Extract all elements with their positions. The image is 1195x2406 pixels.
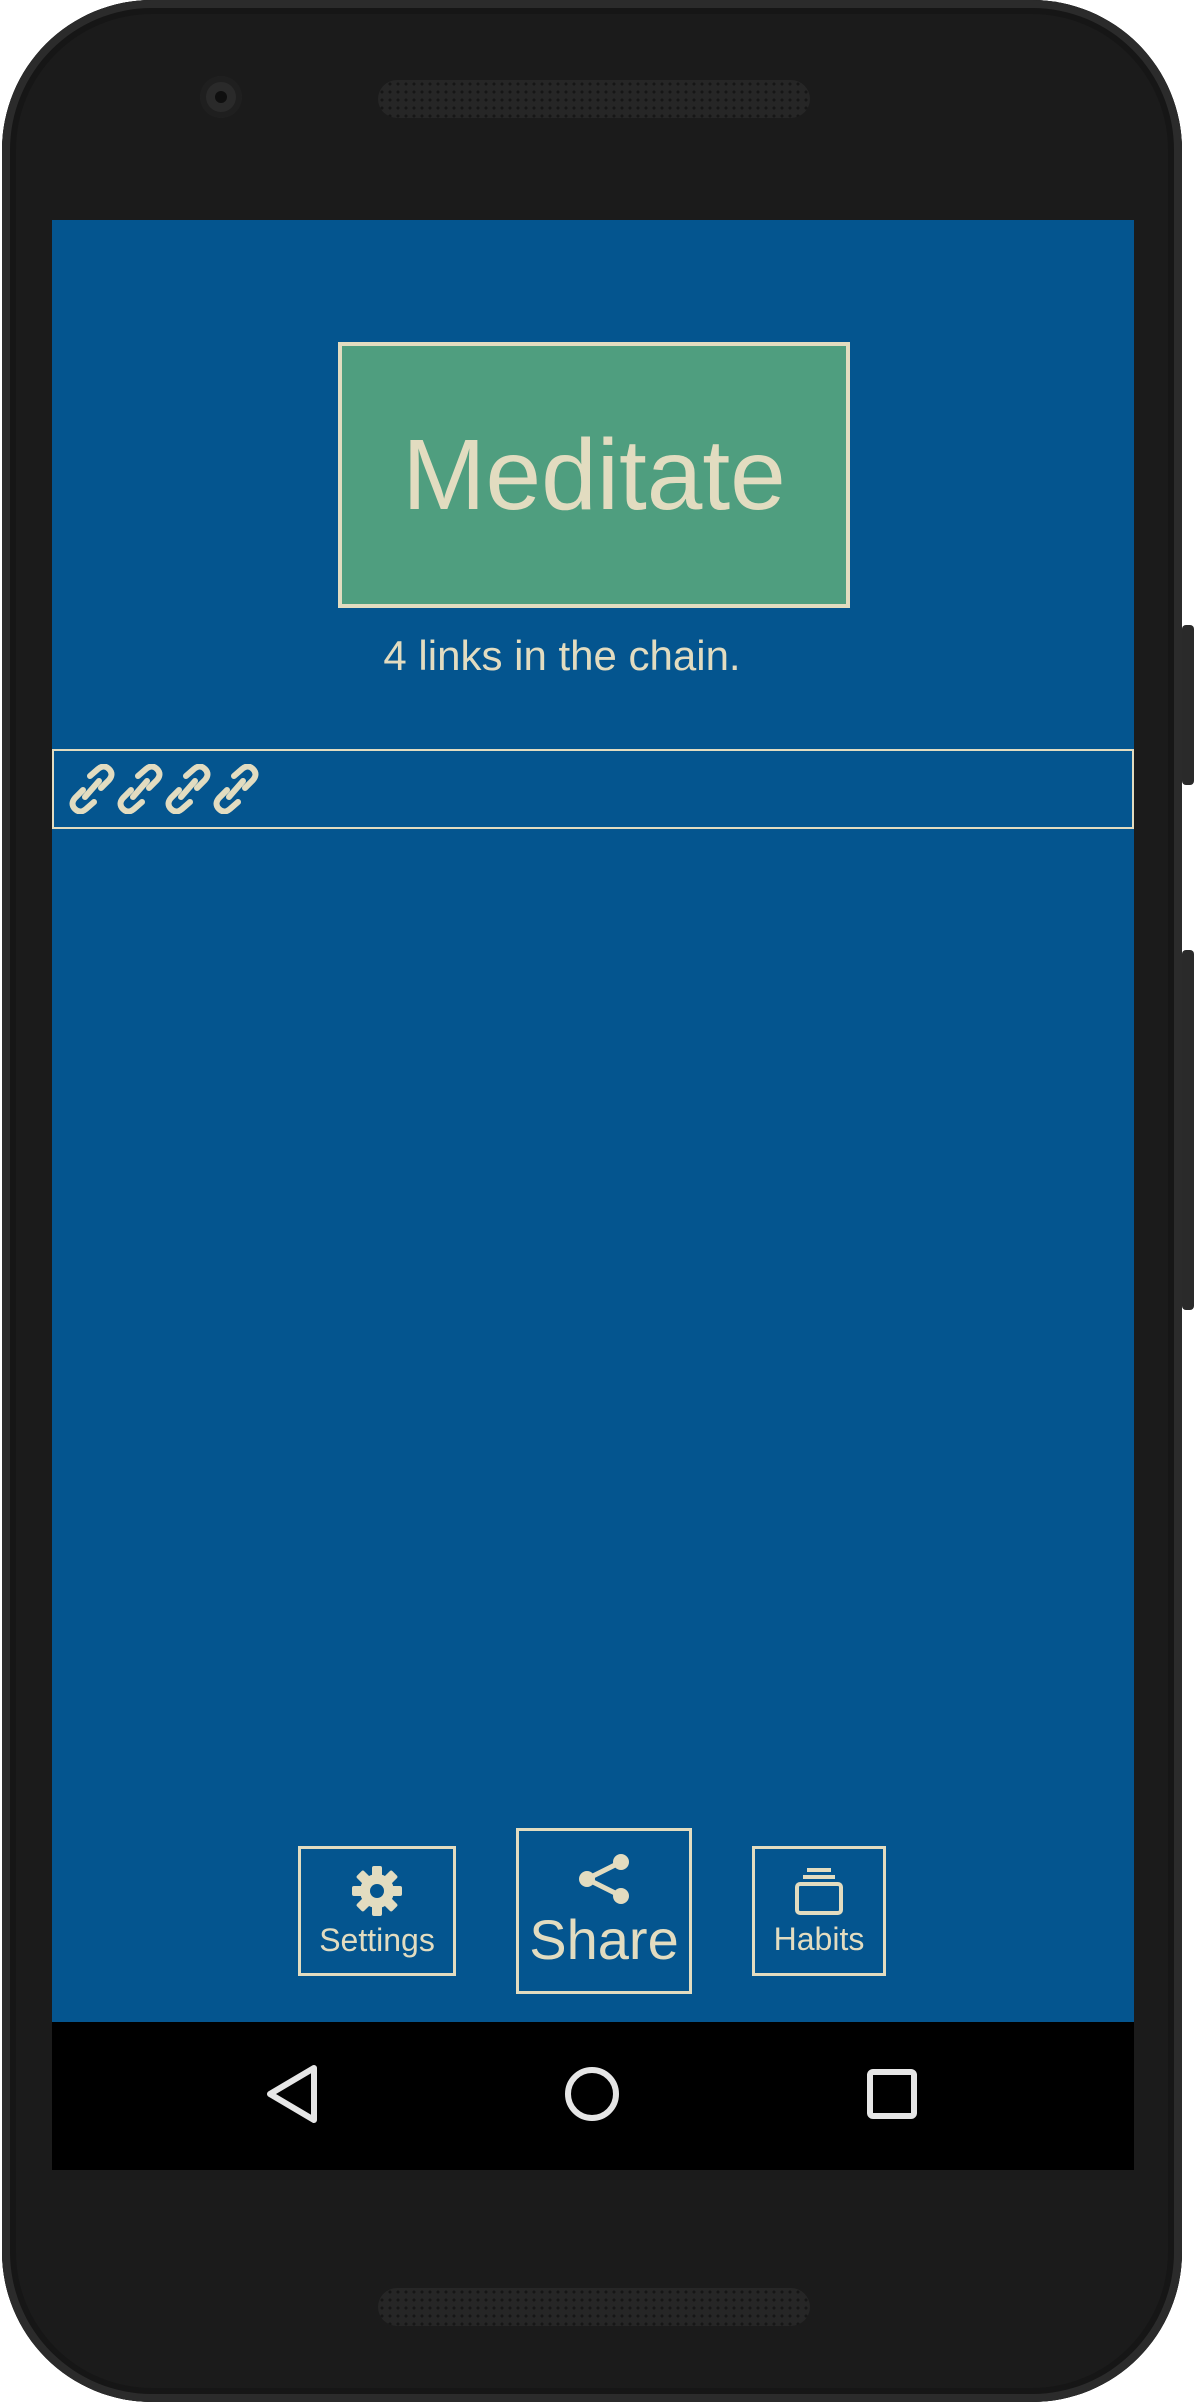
volume-button <box>1182 950 1194 1310</box>
habit-name: Meditate <box>402 418 786 531</box>
link-icon <box>212 763 260 815</box>
link-icon <box>116 763 164 815</box>
link-icon <box>164 763 212 815</box>
habits-label: Habits <box>773 1920 865 1957</box>
settings-button[interactable]: Settings <box>298 1846 456 1976</box>
link-icon <box>68 763 116 815</box>
recent-square-icon <box>864 2066 920 2127</box>
app-screen: Meditate 4 links in the chain. Settings … <box>52 220 1134 2170</box>
power-button <box>1182 625 1194 785</box>
system-nav-bar <box>52 2022 1134 2170</box>
chain-count-text: 4 links in the chain. <box>383 632 741 679</box>
back-triangle-icon <box>264 2064 320 2129</box>
nav-home-button[interactable] <box>532 2022 652 2170</box>
habits-button[interactable]: Habits <box>752 1846 886 1976</box>
top-speaker <box>378 80 810 118</box>
share-button[interactable]: Share <box>516 1828 692 1994</box>
share-label: Share <box>529 1907 679 1971</box>
stack-icon <box>793 1866 845 1921</box>
bottom-speaker <box>378 2288 810 2326</box>
habit-button[interactable]: Meditate <box>338 342 850 608</box>
nav-recent-button[interactable] <box>832 2022 952 2170</box>
gear-icon <box>351 1865 403 1922</box>
share-icon <box>577 1853 631 1910</box>
chain-bar <box>52 749 1134 829</box>
front-camera <box>200 76 242 118</box>
nav-back-button[interactable] <box>232 2022 352 2170</box>
home-circle-icon <box>562 2064 622 2129</box>
settings-label: Settings <box>319 1921 435 1958</box>
